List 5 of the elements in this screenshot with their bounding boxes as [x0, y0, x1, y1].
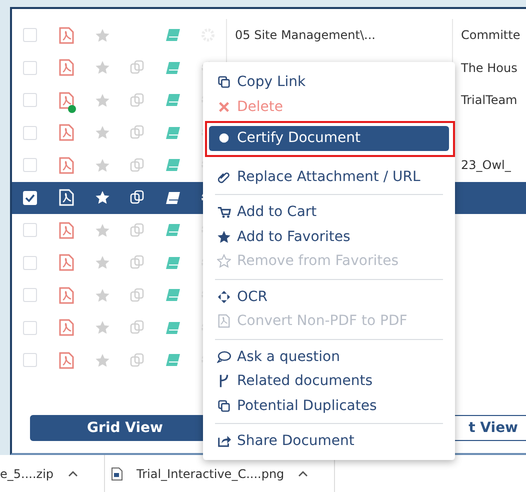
table-cell: Committe: [461, 28, 520, 42]
table-cell: The Hous: [461, 60, 518, 75]
table-cell: 23_Owl_: [461, 158, 511, 172]
table-cell: TrialTeam: [461, 93, 518, 108]
table-cell: 05 Site Management\...: [235, 28, 376, 42]
